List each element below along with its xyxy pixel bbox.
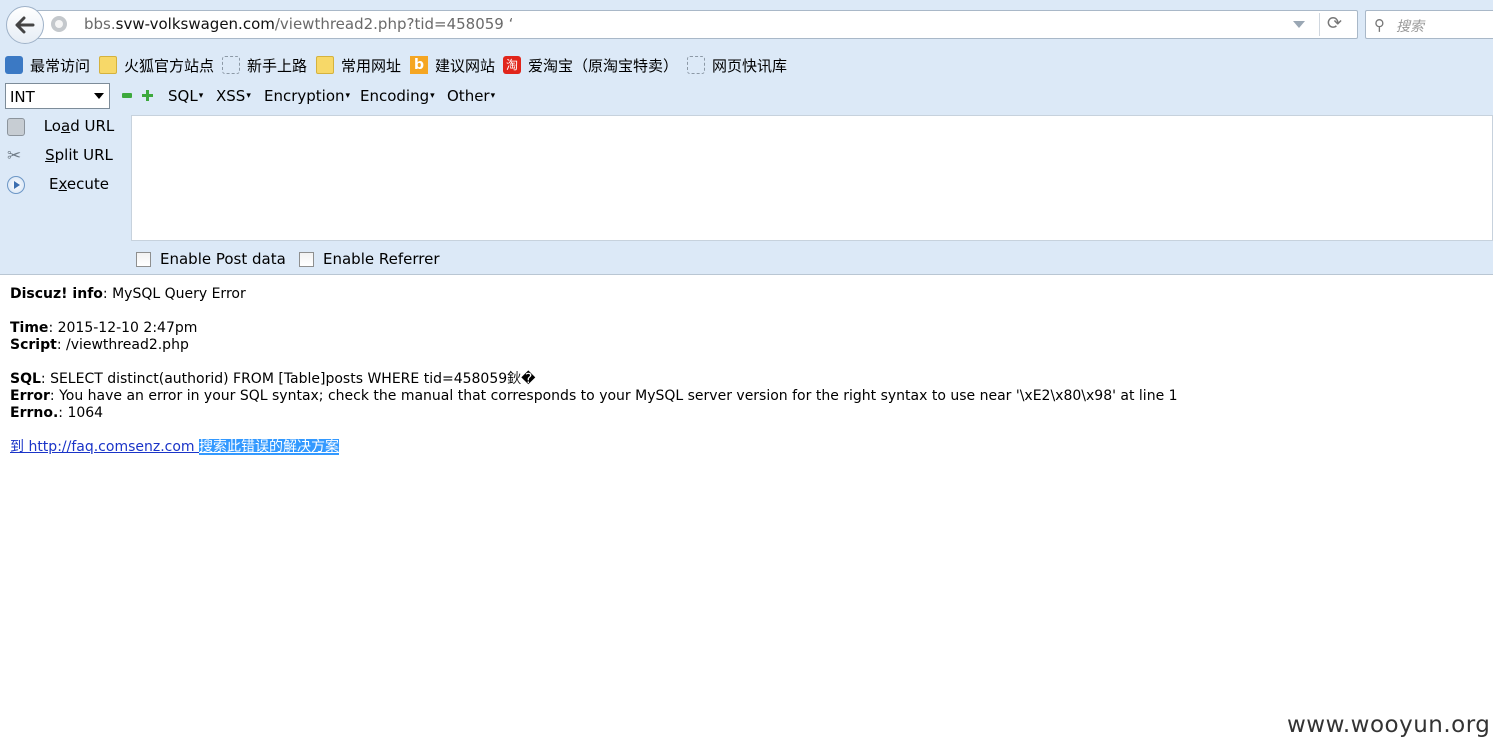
enable-post-data-checkbox[interactable]: Enable Post data [136, 250, 286, 268]
checkbox-box[interactable] [136, 251, 151, 267]
url-divider [1319, 13, 1320, 36]
menu-sql[interactable]: SQL▾ [168, 87, 203, 105]
back-arrow-icon [15, 16, 35, 34]
url-bar[interactable]: bbs.svw-volkswagen.com/viewthread2.php?t… [36, 10, 1358, 39]
navigation-bar: bbs.svw-volkswagen.com/viewthread2.php?t… [0, 0, 1493, 48]
enable-referrer-checkbox[interactable]: Enable Referrer [299, 250, 439, 268]
reload-icon[interactable]: ⟳ [1327, 13, 1342, 34]
split-url-button[interactable]: ✂ Split URL [4, 144, 124, 168]
url-textarea[interactable] [131, 115, 1493, 241]
menu-label: XSS [216, 87, 246, 105]
bookmark-label: 火狐官方站点 [124, 56, 215, 75]
increase-icon[interactable] [142, 90, 153, 101]
dropdown-icon: ▾ [430, 91, 435, 101]
execute-button[interactable]: Execute [4, 173, 124, 197]
dropdown-icon: ▾ [345, 91, 351, 101]
menu-other[interactable]: Other▾ [447, 87, 495, 105]
time-line: Time: 2015-12-10 2:47pm [10, 320, 198, 336]
url-history-dropdown-icon[interactable] [1293, 21, 1305, 28]
most-visited-icon [5, 56, 23, 74]
bookmark-suggested-sites[interactable]: b 建议网站 [410, 54, 495, 76]
faq-link[interactable]: 到 http://faq.comsenz.com 搜索此错误的解决方案 [10, 439, 340, 455]
selected-link-text: 搜索此错误的解决方案 [199, 439, 340, 455]
menu-encoding[interactable]: Encoding▾ [360, 87, 435, 105]
error-line: Error: You have an error in your SQL syn… [10, 388, 1178, 404]
faq-line: 到 http://faq.comsenz.com 搜索此错误的解决方案 [10, 439, 1178, 456]
back-button[interactable] [6, 6, 44, 44]
bookmark-label: 最常访问 [30, 56, 91, 75]
bookmark-label: 新手上路 [247, 56, 308, 75]
menu-label: Other [447, 87, 490, 105]
bookmark-firefox-sites[interactable]: 火狐官方站点 [99, 54, 214, 76]
dropdown-icon: ▾ [198, 91, 204, 101]
sql-line: SQL: SELECT distinct(authorid) FROM [Tab… [10, 371, 536, 387]
menu-label: Encoding [360, 87, 430, 105]
folder-icon [99, 56, 117, 74]
bookmark-most-visited[interactable]: 最常访问 [5, 54, 90, 76]
bookmarks-toolbar: 最常访问 火狐官方站点 新手上路 常用网址 b 建议网站 淘 爱淘宝（原淘宝特卖… [0, 48, 1493, 80]
script-line: Script: /viewthread2.php [10, 337, 189, 353]
globe-icon [51, 16, 67, 32]
load-url-button[interactable]: Load URL [4, 115, 124, 139]
search-placeholder: 搜索 [1396, 19, 1424, 35]
url-path: /viewthread2.php?tid=458059 ‘ [274, 15, 514, 33]
dashed-page-icon [222, 56, 240, 74]
dropdown-icon: ▾ [246, 91, 251, 101]
url-text[interactable]: bbs.svw-volkswagen.com/viewthread2.php?t… [84, 15, 513, 33]
search-box[interactable]: ⚲ 搜索 [1365, 10, 1493, 39]
search-icon: ⚲ [1374, 16, 1385, 34]
dashed-page-icon [687, 56, 705, 74]
bookmark-getting-started[interactable]: 新手上路 [222, 54, 307, 76]
bookmark-label: 常用网址 [341, 56, 402, 75]
bookmark-taobao[interactable]: 淘 爱淘宝（原淘宝特卖） [503, 54, 678, 76]
error-content: Discuz! info: MySQL Query Error Time: 20… [10, 286, 1178, 456]
hackbar-panel: INT SQL▾ XSS▾ Encryption▾ Encoding▾ Othe… [0, 80, 1493, 275]
chevron-down-icon [94, 93, 104, 99]
bookmark-label: 建议网站 [435, 56, 496, 75]
bookmark-label: 网页快讯库 [712, 56, 788, 75]
folder-icon [316, 56, 334, 74]
dropdown-icon: ▾ [490, 91, 496, 101]
watermark: www.wooyun.org [1287, 712, 1491, 738]
decrease-icon[interactable] [122, 93, 132, 98]
checkbox-label: Enable Referrer [323, 250, 440, 268]
menu-label: SQL [168, 87, 198, 105]
url-domain: svw-volkswagen.com [115, 15, 275, 33]
bookmark-label: 爱淘宝（原淘宝特卖） [528, 56, 679, 75]
checkbox-box[interactable] [299, 251, 314, 267]
type-select-value: INT [10, 88, 35, 106]
bookmark-web-slices[interactable]: 网页快讯库 [687, 54, 787, 76]
info-line: Discuz! info: MySQL Query Error [10, 286, 246, 302]
checkbox-label: Enable Post data [160, 250, 286, 268]
taobao-icon: 淘 [503, 56, 521, 74]
bookmark-common-urls[interactable]: 常用网址 [316, 54, 401, 76]
menu-encryption[interactable]: Encryption▾ [264, 87, 350, 105]
url-prefix: bbs. [84, 15, 116, 33]
type-select[interactable]: INT [5, 83, 110, 109]
errno-line: Errno.: 1064 [10, 405, 104, 421]
bing-icon: b [410, 56, 428, 74]
menu-label: Encryption [264, 87, 345, 105]
menu-xss[interactable]: XSS▾ [216, 87, 251, 105]
